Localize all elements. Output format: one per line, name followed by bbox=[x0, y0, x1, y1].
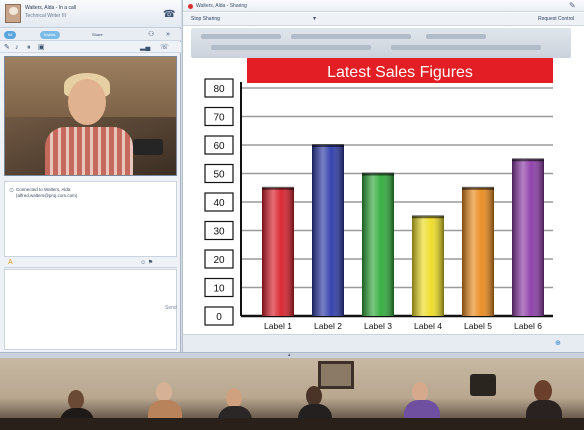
emoticon-icon[interactable]: ☺ ⚑ bbox=[140, 259, 153, 267]
format-bar: A ☺ ⚑ bbox=[4, 258, 177, 268]
request-control-button[interactable]: Request Control bbox=[538, 16, 574, 22]
font-icon[interactable]: A bbox=[8, 259, 13, 267]
chat-history[interactable]: ⊙ Connected to Walters, Alda (alfred.wal… bbox=[4, 181, 177, 257]
chat-connected-message: Connected to Walters, Alda (alfred.walte… bbox=[16, 187, 77, 199]
bar-shade-6 bbox=[512, 159, 544, 316]
y-tick-label-20: 20 bbox=[213, 255, 225, 266]
contact-name: Walters, Alda - In a call bbox=[25, 5, 76, 11]
bar-cap-3 bbox=[362, 172, 394, 176]
people-icon[interactable]: ⚇ bbox=[148, 30, 154, 39]
hold-icon[interactable]: ⏸ bbox=[27, 43, 31, 52]
conversation-side-pane: Walters, Alda - In a call Technical Writ… bbox=[0, 0, 181, 352]
bar-chart-svg: Latest Sales Figures 0 10 20 30 40 50 60 70 80 L… bbox=[204, 58, 553, 331]
contact-header: Walters, Alda - In a call Technical Writ… bbox=[0, 0, 181, 28]
desktop-share-pane: Walters, Alda - Sharing ✎ Stop Sharing ▾… bbox=[182, 0, 584, 352]
share-window-title: Walters, Alda - Sharing bbox=[196, 3, 247, 9]
bar-cap-4 bbox=[412, 215, 444, 219]
x-tick-label-6: Label 6 bbox=[514, 321, 542, 331]
y-tick-label-80: 80 bbox=[213, 84, 225, 95]
y-tick-label-50: 50 bbox=[213, 170, 225, 181]
connected-icon: ⊙ bbox=[9, 188, 15, 194]
y-tick-label-30: 30 bbox=[213, 227, 225, 238]
bar-cap-1 bbox=[262, 186, 294, 190]
remote-participant-video bbox=[4, 56, 177, 176]
shared-chart: Latest Sales Figures 0 10 20 30 40 50 60 70 80 L… bbox=[183, 58, 584, 334]
more-options-icon[interactable]: » bbox=[166, 30, 170, 39]
bar-shade-5 bbox=[462, 187, 494, 316]
im-tab[interactable]: IM bbox=[4, 31, 17, 39]
room-camera bbox=[470, 374, 496, 396]
invites-tab[interactable]: Invites bbox=[40, 31, 60, 39]
fit-to-window-icon[interactable]: ⊕ bbox=[555, 339, 561, 347]
chat-line-2: (alfred.walters@proj.com.com) bbox=[16, 193, 78, 198]
send-button[interactable]: Send bbox=[165, 305, 177, 311]
conference-table bbox=[0, 418, 584, 430]
y-tick-label-40: 40 bbox=[213, 198, 225, 209]
bar-cap-5 bbox=[462, 186, 494, 190]
pencil-icon[interactable]: ✎ bbox=[4, 43, 10, 52]
bar-shade-1 bbox=[262, 187, 294, 316]
chevron-down-icon[interactable]: ▾ bbox=[313, 15, 316, 22]
end-call-icon[interactable]: ☏ bbox=[160, 43, 169, 52]
video-camera-icon[interactable]: ▣ bbox=[38, 43, 45, 52]
y-tick-label-0: 0 bbox=[216, 312, 222, 323]
wall-picture bbox=[318, 361, 354, 389]
sharing-indicator-icon bbox=[188, 4, 193, 9]
signal-icon: ▂▄ bbox=[140, 44, 151, 51]
x-tick-label-2: Label 2 bbox=[314, 321, 342, 331]
y-tick-label-70: 70 bbox=[213, 113, 225, 124]
x-tick-label-4: Label 4 bbox=[414, 321, 442, 331]
share-title-bar: Walters, Alda - Sharing ✎ bbox=[183, 0, 584, 12]
x-tick-label-1: Label 1 bbox=[264, 321, 292, 331]
bar-cap-6 bbox=[512, 158, 544, 162]
y-tick-label-10: 10 bbox=[213, 284, 225, 295]
phone-icon[interactable]: ☎ bbox=[163, 9, 175, 20]
contact-title: Technical Writer III bbox=[25, 13, 67, 19]
conversation-toolbar: IM Invites Share ⚇ » bbox=[0, 29, 181, 41]
stop-sharing-button[interactable]: Stop Sharing bbox=[191, 16, 220, 22]
speaker-icon[interactable]: ♪ bbox=[15, 43, 19, 52]
contact-avatar[interactable] bbox=[5, 4, 21, 23]
desk-phone bbox=[133, 139, 163, 155]
x-tick-label-3: Label 3 bbox=[364, 321, 392, 331]
share-menu[interactable]: Share bbox=[92, 31, 103, 39]
bar-shade-2 bbox=[312, 145, 344, 316]
y-axis-labels: 0 10 20 30 40 50 60 70 80 bbox=[204, 78, 234, 326]
bar-cap-2 bbox=[312, 144, 344, 147]
lync-conversation-window: Walters, Alda - In a call Technical Writ… bbox=[0, 0, 584, 430]
x-axis-labels: Label 1 Label 2 Label 3 Label 4 Label 5 Label… bbox=[264, 321, 542, 331]
shared-app-ribbon bbox=[191, 28, 571, 58]
chart-title: Latest Sales Figures bbox=[327, 64, 473, 81]
media-controls: ✎ ♪ ⏸ ▣ ▂▄ ☏ bbox=[0, 42, 181, 53]
room-video-gallery bbox=[0, 358, 584, 430]
bar-shade-3 bbox=[362, 173, 394, 316]
y-tick-label-60: 60 bbox=[213, 141, 225, 152]
share-status-bar: ⊕ bbox=[183, 334, 584, 352]
share-toolbar: Stop Sharing ▾ Request Control bbox=[183, 13, 584, 26]
bar-shade-4 bbox=[412, 216, 444, 316]
message-input[interactable]: Send bbox=[4, 269, 177, 350]
annotate-icon[interactable]: ✎ bbox=[569, 1, 576, 10]
x-tick-label-5: Label 5 bbox=[464, 321, 492, 331]
